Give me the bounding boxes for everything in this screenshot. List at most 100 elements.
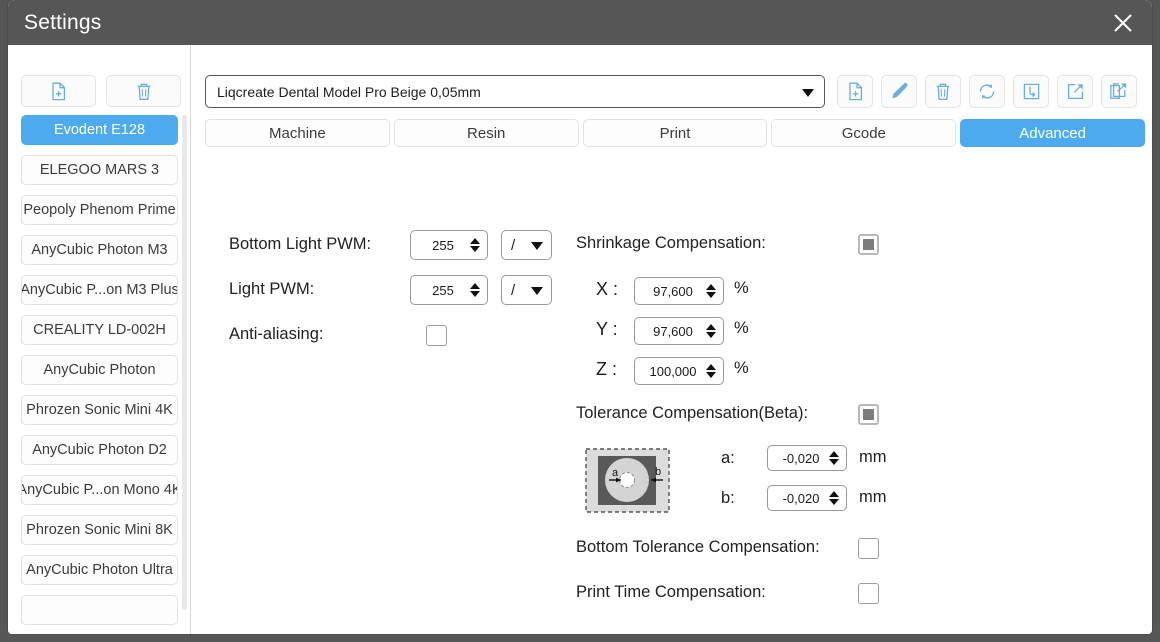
shrinkage-z-label: Z : — [596, 359, 617, 379]
printer-list[interactable]: Evodent E128 ELEGOO MARS 3 Peopoly Phenom … — [8, 115, 191, 634]
anti-aliasing-checkbox[interactable] — [426, 325, 447, 346]
title-bar: Settings — [8, 0, 1152, 45]
reset-profile-button[interactable] — [969, 75, 1005, 108]
main-panel: Liqcreate Dental Model Pro Beige 0,05mm — [191, 45, 1152, 634]
add-printer-button[interactable] — [21, 75, 96, 107]
tolerance-b-input[interactable]: -0,020 — [767, 485, 847, 511]
light-pwm-label: Light PWM: — [229, 280, 315, 298]
printer-list-item[interactable]: ELEGOO MARS 3 — [21, 155, 178, 185]
shrinkage-x-stepper[interactable] — [706, 284, 716, 298]
printer-sidebar: Evodent E128 ELEGOO MARS 3 Peopoly Phenom … — [8, 45, 191, 634]
print-time-compensation-checkbox[interactable] — [858, 583, 879, 604]
printer-list-item[interactable]: Phrozen Sonic Mini 8K — [21, 515, 178, 545]
shrinkage-z-stepper[interactable] — [706, 364, 716, 378]
sidebar-toolbar — [21, 75, 181, 107]
printer-list-item-label: CREALITY LD-002H — [33, 322, 166, 338]
printer-list-item[interactable]: AnyCubic P...on Mono 4K — [21, 475, 178, 505]
window-title: Settings — [24, 11, 102, 34]
printer-list-item[interactable] — [21, 595, 178, 625]
share-profile-button[interactable] — [1101, 75, 1137, 108]
printer-list-item[interactable]: Phrozen Sonic Mini 4K — [21, 395, 178, 425]
tab-machine[interactable]: Machine — [205, 119, 390, 147]
printer-list-item[interactable]: AnyCubic Photon D2 — [21, 435, 178, 465]
shrinkage-x-label: X : — [596, 279, 619, 299]
printer-list-item-label: AnyCubic Photon — [43, 362, 156, 378]
tolerance-b-label: b: — [721, 489, 735, 507]
light-pwm-mode-select[interactable]: / — [501, 275, 552, 305]
light-pwm-input[interactable]: 255 — [410, 275, 488, 305]
printer-list-item-label: AnyCubic P...on Mono 4K — [21, 482, 178, 498]
profile-select[interactable]: Liqcreate Dental Model Pro Beige 0,05mm — [205, 75, 825, 108]
tab-print[interactable]: Print — [582, 119, 768, 147]
tolerance-compensation-checkbox[interactable] — [858, 404, 879, 425]
shrinkage-x-input[interactable]: 97,600 — [634, 277, 724, 305]
printer-list-item[interactable]: AnyCubic Photon M3 — [21, 235, 178, 265]
advanced-tab-content: Bottom Light PWM: 255 / Light PWM: 255 / — [191, 155, 1152, 634]
tab-label: Resin — [467, 124, 506, 142]
tolerance-a-unit: mm — [859, 448, 887, 466]
close-icon[interactable] — [1106, 7, 1140, 39]
printer-list-item[interactable]: Evodent E128 — [21, 115, 178, 145]
light-pwm-mode-value: / — [511, 281, 516, 299]
print-time-compensation-label: Print Time Compensation: — [576, 583, 766, 601]
shrinkage-z-input[interactable]: 100,000 — [634, 357, 724, 385]
printer-list-item[interactable]: AnyCubic P...on M3 Plus — [21, 275, 178, 305]
shrinkage-y-label: Y : — [596, 319, 618, 339]
tolerance-compensation-label: Tolerance Compensation(Beta): — [576, 404, 809, 422]
tolerance-b-stepper[interactable] — [829, 491, 839, 505]
printer-list-item[interactable]: Peopoly Phenom Prime — [21, 195, 178, 225]
printer-list-scrollbar[interactable] — [182, 115, 187, 610]
export-profile-button[interactable] — [1057, 75, 1093, 108]
tolerance-a-input[interactable]: -0,020 — [767, 445, 847, 471]
profile-select-value: Liqcreate Dental Model Pro Beige 0,05mm — [217, 83, 481, 100]
tab-gcode[interactable]: Gcode — [771, 119, 957, 147]
delete-printer-button[interactable] — [106, 75, 181, 107]
profile-row: Liqcreate Dental Model Pro Beige 0,05mm — [205, 75, 1145, 108]
import-profile-button[interactable] — [1013, 75, 1049, 108]
bottom-light-pwm-input[interactable]: 255 — [410, 230, 488, 260]
edit-profile-button[interactable] — [881, 75, 917, 108]
tab-label: Gcode — [841, 124, 886, 142]
tab-label: Advanced — [1019, 124, 1086, 142]
settings-window: Settings Evodent E128 ELEGOO MARS 3 Peop… — [8, 0, 1152, 634]
delete-profile-button[interactable] — [925, 75, 961, 108]
anti-aliasing-label: Anti-aliasing: — [229, 325, 324, 343]
profile-toolbar — [837, 75, 1137, 108]
shrinkage-y-stepper[interactable] — [706, 324, 716, 338]
printer-list-item[interactable]: AnyCubic Photon Ultra — [21, 555, 178, 585]
printer-list-item-label: AnyCubic Photon D2 — [32, 442, 167, 458]
chevron-down-icon — [802, 89, 814, 97]
shrinkage-y-unit: % — [734, 319, 749, 337]
shrinkage-x-unit: % — [734, 279, 749, 297]
bottom-tolerance-compensation-checkbox[interactable] — [858, 538, 879, 559]
shrinkage-y-input[interactable]: 97,600 — [634, 317, 724, 345]
printer-list-item[interactable]: CREALITY LD-002H — [21, 315, 178, 345]
bottom-light-pwm-stepper[interactable] — [470, 238, 480, 252]
printer-list-item-label: AnyCubic Photon M3 — [31, 242, 168, 258]
tolerance-ab-diagram-icon[interactable]: a b — [585, 448, 670, 513]
shrinkage-compensation-label: Shrinkage Compensation: — [576, 234, 766, 252]
bottom-tolerance-compensation-label: Bottom Tolerance Compensation: — [576, 538, 820, 556]
printer-list-item-label: Phrozen Sonic Mini 4K — [26, 402, 173, 418]
light-pwm-stepper[interactable] — [470, 283, 480, 297]
svg-text:b: b — [655, 466, 661, 478]
printer-list-item-label: Peopoly Phenom Prime — [23, 202, 176, 218]
chevron-down-icon — [531, 287, 543, 295]
printer-list-inner: Evodent E128 ELEGOO MARS 3 Peopoly Phenom … — [8, 115, 191, 634]
tab-label: Machine — [269, 124, 326, 142]
printer-list-item-label: Phrozen Sonic Mini 8K — [26, 522, 173, 538]
tolerance-a-stepper[interactable] — [829, 451, 839, 465]
printer-list-item-label: Evodent E128 — [53, 122, 146, 138]
new-profile-button[interactable] — [837, 75, 873, 108]
shrinkage-z-unit: % — [734, 359, 749, 377]
tab-label: Print — [659, 124, 691, 142]
tolerance-a-label: a: — [721, 449, 735, 467]
tab-advanced[interactable]: Advanced — [960, 119, 1145, 147]
window-body: Evodent E128 ELEGOO MARS 3 Peopoly Phenom … — [8, 45, 1152, 634]
printer-list-item-label: AnyCubic P...on M3 Plus — [21, 282, 178, 298]
shrinkage-compensation-checkbox[interactable] — [858, 234, 879, 255]
settings-tabs: Machine Resin Print Gcode Advanced — [205, 119, 1145, 147]
printer-list-item[interactable]: AnyCubic Photon — [21, 355, 178, 385]
bottom-light-pwm-mode-select[interactable]: / — [501, 230, 552, 260]
tab-resin[interactable]: Resin — [393, 119, 579, 147]
